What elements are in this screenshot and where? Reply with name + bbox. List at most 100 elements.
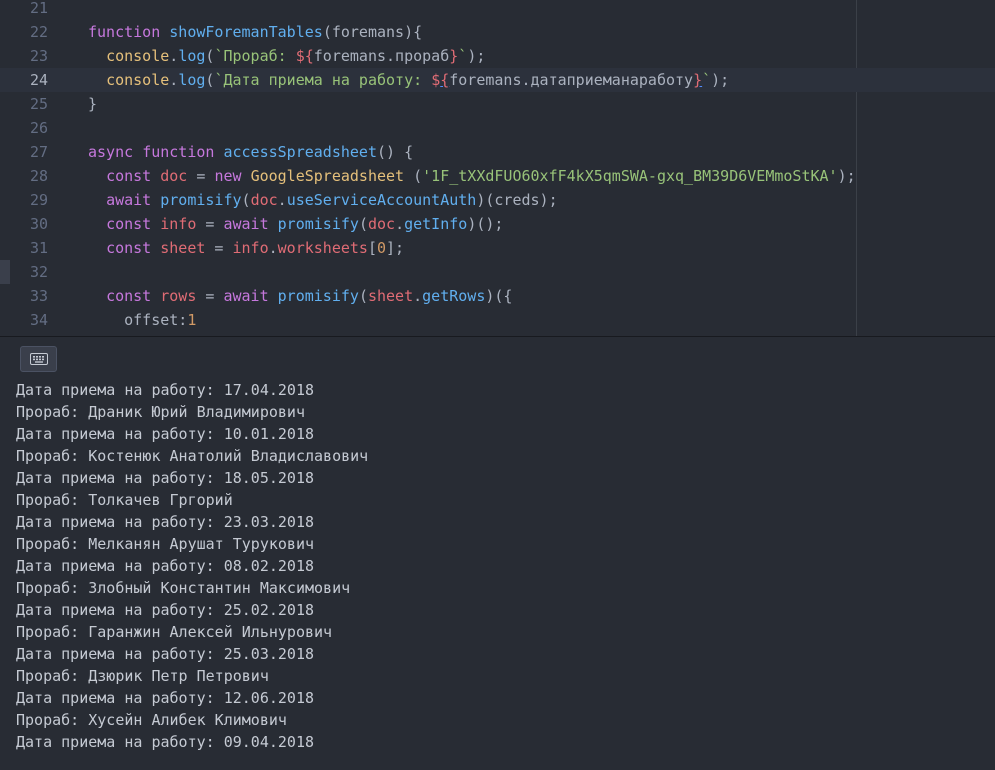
line-number: 33 xyxy=(29,287,48,305)
line-number: 30 xyxy=(29,215,48,233)
line-number: 29 xyxy=(29,191,48,209)
code-line[interactable]: 25} xyxy=(0,92,995,116)
line-code: offset:1 xyxy=(88,308,196,332)
code-token: () { xyxy=(377,143,414,161)
line-number: 32 xyxy=(29,263,48,281)
code-token: )({ xyxy=(485,287,513,305)
code-token: ` xyxy=(458,47,468,65)
code-token: } xyxy=(88,95,98,113)
line-code: } xyxy=(88,92,97,116)
code-line[interactable]: 29 await promisify(doc.useServiceAccount… xyxy=(0,188,995,212)
code-token: log xyxy=(178,47,206,65)
code-token: doc xyxy=(367,215,396,233)
console-line: Прораб: Злобный Константин Максимович xyxy=(16,579,351,597)
app-window: 21 22 function showForemanTables(foremans)… xyxy=(0,0,995,770)
code-line[interactable]: 24 console.log(`Дата приема на работу: $… xyxy=(0,68,995,92)
console-line: Прораб: Дзюрик Петр Петрович xyxy=(16,667,269,685)
code-token: promisify xyxy=(160,191,242,209)
code-token: (foremans){ xyxy=(322,23,423,41)
code-token: = xyxy=(205,239,233,257)
code-token: await xyxy=(106,191,161,209)
code-token: `Прораб: xyxy=(214,47,296,65)
code-line[interactable]: 34 offset:1 xyxy=(0,308,995,332)
line-code: const rows = await promisify(sheet.getRo… xyxy=(88,284,512,308)
code-token: const xyxy=(106,287,161,305)
code-token: accessSpreadsheet xyxy=(223,143,377,161)
console-line: Дата приема на работу: 12.06.2018 xyxy=(16,689,315,707)
code-line[interactable]: 26 xyxy=(0,116,995,140)
code-line[interactable]: 21 xyxy=(0,0,995,20)
line-code: const info = await promisify(doc.getInfo… xyxy=(88,212,503,236)
code-token: console xyxy=(106,71,170,89)
line-number: 25 xyxy=(29,95,48,113)
code-token: ${ xyxy=(295,47,314,65)
console-line: Прораб: Драник Юрий Владимирович xyxy=(16,403,305,421)
code-token: . xyxy=(169,71,179,89)
console-line: Прораб: Мелканян Арушат Турукович xyxy=(16,535,315,553)
code-token: info xyxy=(232,239,269,257)
code-token: ( xyxy=(358,287,368,305)
code-token: await xyxy=(223,215,278,233)
console-line: Дата приема на работу: 25.03.2018 xyxy=(16,645,315,663)
line-code: await promisify(doc.useServiceAccountAut… xyxy=(88,188,558,212)
line-number: 34 xyxy=(29,311,48,329)
code-token: console xyxy=(106,47,170,65)
code-token: await xyxy=(223,287,278,305)
code-token: function xyxy=(88,23,170,41)
code-token: 1 xyxy=(187,311,197,329)
code-token: . xyxy=(413,287,423,305)
code-token: const xyxy=(106,167,161,185)
code-token: log xyxy=(178,71,206,89)
code-token: const xyxy=(106,239,161,257)
code-token: new xyxy=(214,167,251,185)
line-code: async function accessSpreadsheet() { xyxy=(88,140,413,164)
console-line: Прораб: Толкачев Гргорий xyxy=(16,491,233,509)
console-line: Прораб: Костенюк Анатолий Владиславович xyxy=(16,447,369,465)
console-line: Дата приема на работу: 23.03.2018 xyxy=(16,513,315,531)
code-line[interactable]: 27 async function accessSpreadsheet() { xyxy=(0,140,995,164)
code-token: promisify xyxy=(277,215,359,233)
line-code: function showForemanTables(foremans){ xyxy=(88,20,422,44)
code-token: )(); xyxy=(467,215,504,233)
code-token: ` xyxy=(702,71,712,89)
code-token: foremans.прораб xyxy=(313,47,450,65)
code-line[interactable]: 30 const info = await promisify(doc.getI… xyxy=(0,212,995,236)
code-token: . xyxy=(395,215,405,233)
line-code: const sheet = info.worksheets[0]; xyxy=(88,236,404,260)
code-editor[interactable]: 21 22 function showForemanTables(foremans)… xyxy=(0,0,995,336)
code-line[interactable]: 22 function showForemanTables(foremans){ xyxy=(0,20,995,44)
code-line[interactable]: 33 const rows = await promisify(sheet.ge… xyxy=(0,284,995,308)
console-line: Дата приема на работу: 25.02.2018 xyxy=(16,601,315,619)
code-token: = xyxy=(187,167,215,185)
line-number: 28 xyxy=(29,167,48,185)
code-token: sheet xyxy=(367,287,414,305)
code-token: sheet xyxy=(160,239,206,257)
line-number: 26 xyxy=(29,119,48,137)
code-line[interactable]: 31 const sheet = info.worksheets[0]; xyxy=(0,236,995,260)
code-token: '1F_tXXdFUO60xfF4kX5qmSWA-gxq_BM39D6VEMm… xyxy=(422,167,838,185)
code-line[interactable]: 32 xyxy=(0,260,995,284)
code-token: offset: xyxy=(88,311,188,329)
line-number: 21 xyxy=(29,0,48,17)
code-token: 0 xyxy=(377,239,387,257)
code-token: doc xyxy=(160,167,188,185)
line-number: 24 xyxy=(29,71,48,89)
code-token: . xyxy=(169,47,179,65)
code-token: getInfo xyxy=(404,215,468,233)
code-line[interactable]: 28 const doc = new GoogleSpreadsheet ('1… xyxy=(0,164,995,188)
line-number: 23 xyxy=(29,47,48,65)
code-token: } xyxy=(449,47,459,65)
line-number: 22 xyxy=(29,23,48,41)
code-token: promisify xyxy=(277,287,359,305)
code-token: worksheets xyxy=(277,239,368,257)
code-token: getRows xyxy=(422,287,486,305)
code-token: . xyxy=(268,239,278,257)
code-line[interactable]: 23 console.log(`Прораб: ${foremans.прора… xyxy=(0,44,995,68)
code-token: ( xyxy=(404,167,423,185)
keyboard-toggle-button[interactable] xyxy=(20,346,57,372)
